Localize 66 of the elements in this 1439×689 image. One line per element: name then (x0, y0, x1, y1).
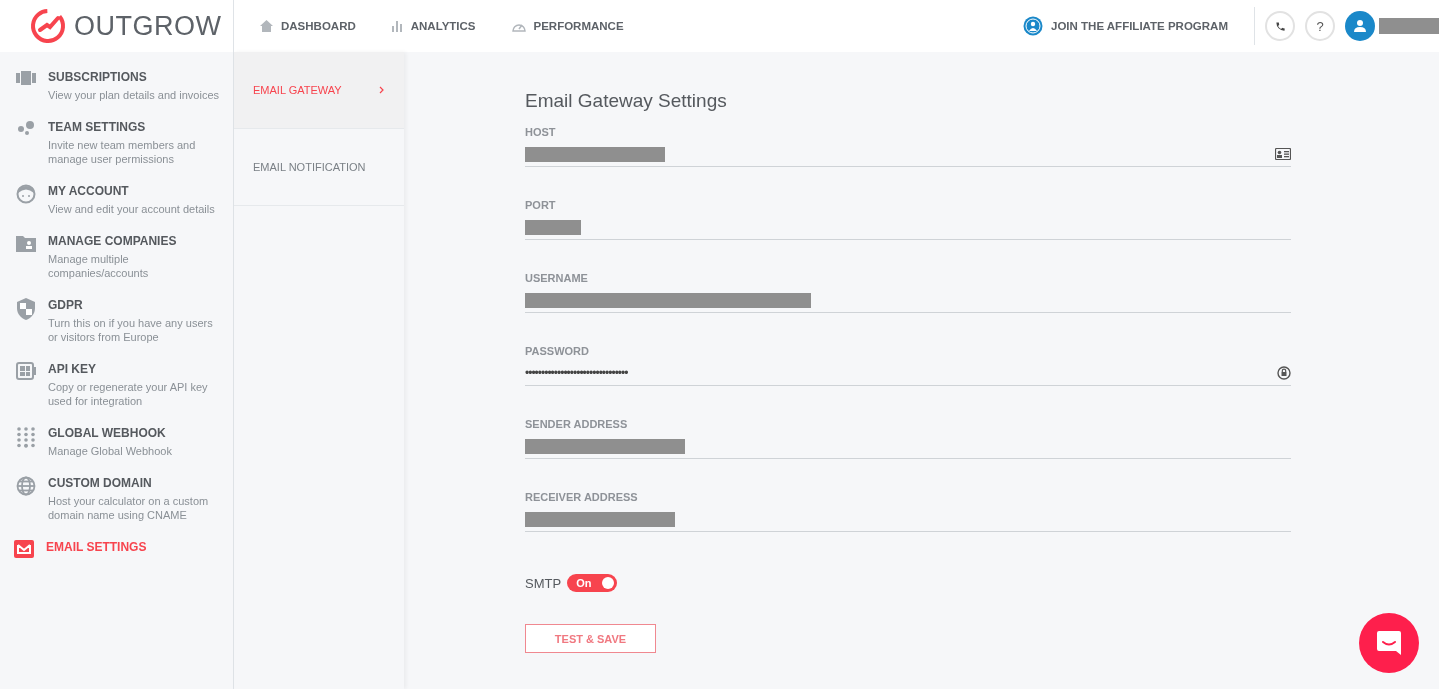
globe-icon (16, 476, 36, 496)
shield-icon (16, 298, 36, 320)
sidebar-item[interactable]: MANAGE COMPANIES Manage multiple companies/accounts (0, 234, 233, 280)
subnav-item[interactable]: EMAIL NOTIFICATION (234, 129, 404, 206)
sidebar-item-description: Manage multiple companies/accounts (48, 252, 150, 280)
lock-circle-icon[interactable] (1277, 366, 1291, 380)
nav-link[interactable]: ANALYTICS (391, 20, 476, 32)
sidebar-item[interactable]: GLOBAL WEBHOOK Manage Global Webhook (0, 426, 233, 458)
field-label: PORT (525, 199, 557, 211)
dots-icon (16, 120, 36, 136)
sidebar-item[interactable]: TEAM SETTINGS Invite new team members and manage user permissions (0, 120, 233, 166)
sidebar-item-title: CUSTOM DOMAIN (48, 476, 153, 490)
sidebar-item-title: MY ACCOUNT (48, 184, 130, 198)
sidebar-item-description: View and edit your account details (48, 202, 215, 216)
face-icon (16, 184, 36, 204)
sidebar-item[interactable]: SUBSCRIPTIONS View your plan details and invoices (0, 70, 233, 102)
help-button[interactable]: ? (1305, 11, 1335, 41)
sidebar-item-title: SUBSCRIPTIONS (48, 70, 148, 84)
columns-icon (16, 70, 36, 86)
envelope-icon (14, 540, 34, 558)
nav-link[interactable]: DASHBOARD (260, 20, 356, 32)
sidebar-item-title: GDPR (48, 298, 84, 312)
grid-panel-icon (16, 362, 36, 380)
sidebar-item-description: Copy or regenerate your API key used for integration (48, 380, 209, 408)
sidebar-item-title: TEAM SETTINGS (48, 120, 147, 134)
affiliate-link[interactable]: JOIN THE AFFILIATE PROGRAM (1023, 7, 1255, 45)
phone-button[interactable] (1265, 11, 1295, 41)
field-label: SENDER ADDRESS (525, 418, 629, 430)
sidebar-item-description: Turn this on if you have any users or visitors from Europe (48, 316, 214, 344)
phone-icon (1274, 20, 1286, 32)
sidebar-item-title: MANAGE COMPANIES (48, 234, 178, 248)
smtp-toggle[interactable]: On (567, 574, 618, 592)
sidebar-item[interactable]: API KEY Copy or regenerate your API key used for integration (0, 362, 233, 408)
people-icon (1023, 16, 1043, 36)
chevron-right-icon (379, 86, 384, 94)
folder-icon (16, 234, 36, 252)
sidebar-item-description: Manage Global Webhook (48, 444, 172, 458)
sidebar-item-title: API KEY (48, 362, 97, 376)
keypad-icon (16, 426, 36, 448)
field-label: PASSWORD (525, 345, 590, 357)
user-icon (1353, 19, 1367, 33)
brand-name: OUTGROW (74, 10, 222, 42)
field-label: HOST (525, 126, 557, 138)
field-label: USERNAME (525, 272, 589, 284)
field-value: •••••••••••••••••••••••••••••••• (525, 366, 628, 380)
sidebar-item-title: EMAIL SETTINGS (46, 540, 147, 554)
chat-button[interactable] (1359, 613, 1419, 673)
sidebar-item-description: View your plan details and invoices (48, 88, 219, 102)
sidebar-item-title: GLOBAL WEBHOOK (48, 426, 167, 440)
sidebar-item-description: Invite new team members and manage user permissions (48, 138, 197, 166)
logo-icon (30, 8, 66, 44)
sidebar-item[interactable]: EMAIL SETTINGS (0, 540, 233, 562)
contact-card-icon[interactable] (1275, 148, 1291, 160)
form-title: Email Gateway Settings (525, 90, 728, 112)
sidebar-item[interactable]: GDPR Turn this on if you have any users or visitors from Europe (0, 298, 233, 344)
sidebar-item[interactable]: MY ACCOUNT View and edit your account details (0, 184, 233, 216)
sidebar-item[interactable]: CUSTOM DOMAIN Host your calculator on a custom domain name using CNAME (0, 476, 233, 522)
field-label: RECEIVER ADDRESS (525, 491, 639, 503)
chat-icon (1375, 629, 1403, 657)
user-avatar[interactable] (1345, 11, 1375, 41)
smtp-label: SMTP (525, 575, 562, 591)
home-icon (260, 20, 273, 32)
input-field[interactable]: •••••••••••••••••••••••••••••••• (525, 361, 1291, 386)
bar-chart-icon (391, 20, 403, 32)
sidebar-item-description: Host your calculator on a custom domain name using CNAME (48, 494, 210, 522)
nav-link[interactable]: PERFORMANCE (511, 20, 624, 32)
